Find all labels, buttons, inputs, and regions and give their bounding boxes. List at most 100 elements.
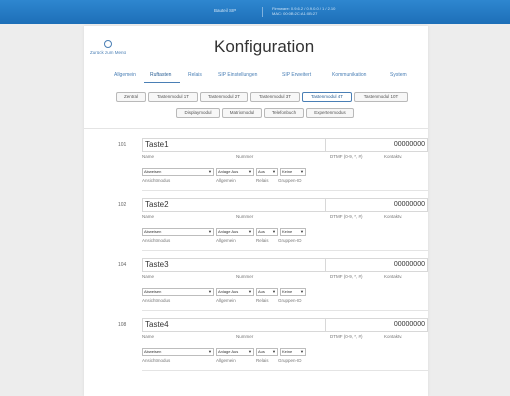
chevron-down-icon: ▼	[300, 169, 304, 174]
key-number-input[interactable]: 00000000	[326, 318, 428, 332]
ansicht-value: Abweisen	[144, 349, 162, 354]
ansicht-select[interactable]: Abweisen ▼	[142, 228, 214, 236]
key-name-input[interactable]: Taste2	[142, 198, 326, 212]
dtmf-label: DTMF (0-9, *, #)	[330, 274, 363, 279]
chevron-down-icon: ▼	[248, 229, 252, 234]
contact-label: Kontaktv.	[384, 334, 403, 339]
key-id: 104	[118, 262, 127, 268]
chevron-down-icon: ▼	[248, 169, 252, 174]
key-row: 101 Taste1 00000000 Name Nummer DTMF (0-…	[104, 136, 428, 196]
tab-kommunikation[interactable]: Kommunikation	[332, 72, 366, 78]
row-divider	[142, 310, 428, 311]
tab-sip-einstellungen[interactable]: SIP Einstellungen	[218, 72, 257, 78]
key-number-input[interactable]: 00000000	[326, 138, 428, 152]
key-number-input[interactable]: 00000000	[326, 198, 428, 212]
ansicht-value: Abweisen	[144, 169, 162, 174]
subtab-tastenmodul-3t[interactable]: Tastenmodul 3T	[250, 92, 300, 102]
back-to-menu-link[interactable]: Zurück zum Menü	[88, 40, 128, 55]
device-info: Firmware: 0.9.6.2 / 0.9.0.0 / 1 / 2.10 M…	[272, 6, 335, 16]
contact-label: Kontaktv.	[384, 154, 403, 159]
subtab-matrixmodul[interactable]: Matrixmodul	[222, 108, 262, 118]
anlage-select[interactable]: Anlage Aus ▼	[216, 288, 254, 296]
number-label: Nummer	[236, 214, 254, 219]
chevron-down-icon: ▼	[272, 349, 276, 354]
allgemein-label: Allgemein	[216, 298, 236, 303]
dtmf-label: DTMF (0-9, *, #)	[330, 214, 363, 219]
chevron-down-icon: ▼	[208, 289, 212, 294]
gruppe-value: Keine	[282, 229, 293, 234]
row-divider	[142, 370, 428, 371]
key-row: 108 Taste4 00000000 Name Nummer DTMF (0-…	[104, 316, 428, 376]
tab-ruftasten[interactable]: Ruftasten	[150, 72, 171, 78]
anlage-value: Anlage Aus	[218, 169, 239, 174]
chevron-down-icon: ▼	[248, 289, 252, 294]
subtab-tastenmodul-1t[interactable]: Tastenmodul 1T	[148, 92, 198, 102]
gruppen-label: Gruppen-ID	[278, 178, 302, 183]
subtab-tastenmodul-10t[interactable]: Tastenmodul 10T	[354, 92, 408, 102]
ansicht-label: Ansichtmodus	[142, 358, 171, 363]
relais-select[interactable]: Aus ▼	[256, 168, 278, 176]
key-name-input[interactable]: Taste4	[142, 318, 326, 332]
tab-system[interactable]: System	[390, 72, 407, 78]
key-id: 101	[118, 142, 127, 148]
name-label: Name	[142, 334, 155, 339]
gruppe-value: Keine	[282, 289, 293, 294]
subtab-tastenmodul-2t[interactable]: Tastenmodul 2T	[200, 92, 248, 102]
chevron-down-icon: ▼	[248, 349, 252, 354]
ansicht-label: Ansichtmodus	[142, 178, 171, 183]
key-number-input[interactable]: 00000000	[326, 258, 428, 272]
contact-label: Kontaktv.	[384, 214, 403, 219]
ansicht-select[interactable]: Abweisen ▼	[142, 168, 214, 176]
relais-value: Aus	[258, 289, 265, 294]
gruppe-value: Keine	[282, 349, 293, 354]
relais-select[interactable]: Aus ▼	[256, 228, 278, 236]
relais-select[interactable]: Aus ▼	[256, 348, 278, 356]
back-label: Zurück zum Menü	[89, 50, 126, 55]
chevron-down-icon: ▼	[208, 229, 212, 234]
key-row: 102 Taste2 00000000 Name Nummer DTMF (0-…	[104, 196, 428, 256]
gruppen-label: Gruppen-ID	[278, 358, 302, 363]
gruppe-select[interactable]: Keine ▼	[280, 168, 306, 176]
contact-label: Kontaktv.	[384, 274, 403, 279]
subtab-tastenmodul-4t[interactable]: Tastenmodul 4T	[302, 92, 352, 102]
allgemein-label: Allgemein	[216, 178, 236, 183]
anlage-value: Anlage Aus	[218, 349, 239, 354]
subtab-zentral[interactable]: Zentral	[116, 92, 146, 102]
relais-select[interactable]: Aus ▼	[256, 288, 278, 296]
gruppe-select[interactable]: Keine ▼	[280, 288, 306, 296]
relais-label: Relais	[256, 358, 269, 363]
key-name-input[interactable]: Taste1	[142, 138, 326, 152]
name-label: Name	[142, 214, 155, 219]
row-divider	[142, 250, 428, 251]
chevron-down-icon: ▼	[208, 169, 212, 174]
tab-sip-erweitert[interactable]: SIP Erweitert	[282, 72, 311, 78]
anlage-value: Anlage Aus	[218, 289, 239, 294]
ansicht-select[interactable]: Abweisen ▼	[142, 288, 214, 296]
key-name-input[interactable]: Taste3	[142, 258, 326, 272]
tab-allgemein[interactable]: Allgemein	[114, 72, 136, 78]
subtab-expertenmodus[interactable]: Expertenmodus	[306, 108, 354, 118]
ansicht-value: Abweisen	[144, 229, 162, 234]
gruppe-select[interactable]: Keine ▼	[280, 348, 306, 356]
ansicht-label: Ansichtmodus	[142, 298, 171, 303]
app-frame: Bauteil SIP Firmware: 0.9.6.2 / 0.9.0.0 …	[0, 0, 510, 396]
gruppe-value: Keine	[282, 169, 293, 174]
subtab-displaymodul[interactable]: Displaymodul	[176, 108, 220, 118]
number-label: Nummer	[236, 334, 254, 339]
subtab-telefonbuch[interactable]: Telefonbuch	[264, 108, 304, 118]
chevron-down-icon: ▼	[300, 229, 304, 234]
anlage-select[interactable]: Anlage Aus ▼	[216, 348, 254, 356]
anlage-select[interactable]: Anlage Aus ▼	[216, 228, 254, 236]
gruppe-select[interactable]: Keine ▼	[280, 228, 306, 236]
chevron-down-icon: ▼	[300, 349, 304, 354]
ansicht-select[interactable]: Abweisen ▼	[142, 348, 214, 356]
anlage-select[interactable]: Anlage Aus ▼	[216, 168, 254, 176]
chevron-down-icon: ▼	[272, 169, 276, 174]
chevron-down-icon: ▼	[208, 349, 212, 354]
config-panel: Zurück zum Menü Konfiguration Allgemein …	[84, 26, 428, 396]
main-tabs: Allgemein Ruftasten Relais SIP Einstellu…	[84, 72, 428, 82]
tab-relais[interactable]: Relais	[188, 72, 202, 78]
dtmf-label: DTMF (0-9, *, #)	[330, 154, 363, 159]
ansicht-label: Ansichtmodus	[142, 238, 171, 243]
topbar-separator	[262, 7, 263, 17]
